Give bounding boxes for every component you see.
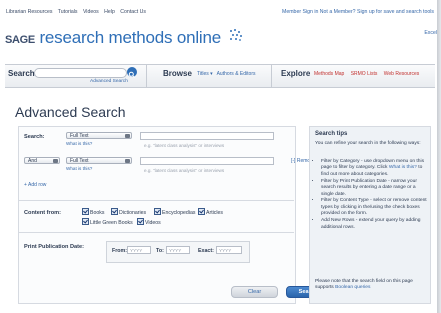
nav-divider — [271, 65, 272, 87]
checkbox-checked-icon — [154, 208, 161, 215]
explore-links: Methods Map SRMO Lists Web Resources — [314, 71, 424, 77]
site-name: research methods online — [39, 28, 221, 47]
tip-item: Filter by Category - use dropdown menu o… — [321, 159, 428, 178]
chevron-down-icon — [125, 134, 130, 138]
print-publication-date-label: Print Publication Date: — [24, 244, 84, 250]
titles-dropdown[interactable]: Titles ▾ — [197, 71, 213, 77]
videos-checkbox[interactable]: Videos — [137, 218, 161, 226]
encyclopedias-label: Encyclopedias — [162, 210, 196, 216]
page-title: Advanced Search — [15, 104, 126, 120]
dots-logo-icon — [230, 29, 243, 41]
nav-search-label: Search — [8, 69, 35, 78]
clear-button[interactable]: Clear — [231, 286, 278, 298]
articles-label: Articles — [206, 210, 224, 216]
nav-divider — [146, 65, 147, 87]
browse-links: Titles ▾ Authors & Editors — [197, 71, 255, 77]
chevron-down-icon — [125, 159, 130, 163]
chevron-down-icon — [53, 159, 58, 163]
tip-item: Filter by Content Type - select or remov… — [321, 198, 428, 217]
search-tips-intro: You can refine your search in the follow… — [315, 141, 421, 146]
search-tips-title: Search tips — [315, 131, 348, 137]
add-row-link[interactable]: + Add row — [24, 182, 46, 188]
field-select-1[interactable]: Full Text — [66, 132, 132, 139]
top-utility-bar: Librarian Resources Tutorials Videos Hel… — [6, 9, 437, 19]
little-green-books-checkbox[interactable]: Little Green Books — [82, 218, 133, 226]
tip-text: Add New Rows - extend your query by addi… — [321, 218, 421, 230]
exact-label: Exact: — [198, 248, 214, 254]
librarian-resources-link[interactable]: Librarian Resources — [6, 9, 52, 15]
exact-year-input[interactable]: YYYY — [216, 246, 242, 254]
tip-text: Filter by Content Type - select or remov… — [321, 198, 427, 217]
site-logo[interactable]: SAGE research methods online — [5, 28, 243, 48]
window-shadow — [437, 0, 441, 313]
sage-logo-text: SAGE — [5, 34, 35, 46]
advanced-search-link[interactable]: Advanced Search — [90, 79, 128, 84]
search-tips-note: Please note that the search field on thi… — [315, 279, 427, 292]
checkbox-checked-icon — [111, 208, 118, 215]
tip-item: Add New Rows - extend your query by addi… — [321, 218, 428, 231]
search-term-input-2[interactable] — [140, 157, 274, 165]
main-nav-bar: Search Advanced Search Browse Titles ▾ A… — [5, 64, 435, 88]
tip-text: Filter by Print Publication Date - narro… — [321, 178, 417, 197]
field-select-2[interactable]: Full Text — [66, 157, 132, 164]
books-label: Books — [90, 210, 105, 216]
boolean-queries-link[interactable]: Boolean queries — [335, 285, 370, 290]
books-checkbox[interactable]: Books — [82, 208, 104, 216]
browse-label: Browse — [163, 69, 192, 78]
help-link[interactable]: Help — [104, 9, 115, 15]
authors-editors-link[interactable]: Authors & Editors — [217, 71, 256, 77]
articles-checkbox[interactable]: Articles — [198, 208, 223, 216]
operator-select-value: And — [28, 158, 37, 164]
videos-label: Videos — [145, 220, 161, 226]
field-select-1-value: Full Text — [70, 133, 89, 139]
search-icon — [128, 71, 135, 78]
checkbox-checked-icon — [198, 208, 205, 215]
search-go-button[interactable] — [127, 67, 137, 78]
search-hint-2: e.g. "latent class analysis" or intervie… — [144, 168, 225, 173]
search-tips-list: Filter by Category - use dropdown menu o… — [315, 159, 428, 231]
checkbox-checked-icon — [137, 218, 144, 225]
web-resources-link[interactable]: Web Resources — [384, 71, 419, 77]
to-label: To: — [156, 248, 164, 254]
contact-us-link[interactable]: Contact Us — [120, 9, 146, 15]
to-year-input[interactable]: YYYY — [166, 246, 190, 254]
what-is-this-link-tip[interactable]: What is this? — [389, 165, 417, 170]
little-green-books-label: Little Green Books — [90, 220, 133, 226]
explore-label: Explore — [281, 69, 311, 78]
encyclopedias-checkbox[interactable]: Encyclopedias — [154, 208, 195, 216]
content-from-label: Content from: — [24, 210, 61, 216]
utility-links: Librarian Resources Tutorials Videos Hel… — [6, 9, 150, 15]
search-term-input-1[interactable] — [140, 132, 274, 140]
dictionaries-checkbox[interactable]: Dictionaries — [111, 208, 146, 216]
what-is-this-link-2[interactable]: What is this? — [66, 166, 92, 171]
from-year-input[interactable]: YYYY — [127, 246, 151, 254]
operator-select[interactable]: And — [24, 157, 60, 164]
tutorials-link[interactable]: Tutorials — [58, 9, 78, 15]
search-label: Search: — [24, 134, 45, 140]
videos-link[interactable]: Videos — [83, 9, 99, 15]
what-is-this-link-1[interactable]: What is this? — [66, 141, 92, 146]
search-tips-panel: Search tips You can refine your search i… — [309, 126, 431, 304]
quick-search-input[interactable] — [34, 68, 127, 78]
divider — [18, 200, 294, 201]
checkbox-checked-icon — [82, 218, 89, 225]
search-hint-1: e.g. "latent class analysis" or intervie… — [144, 143, 225, 148]
from-label: From: — [112, 248, 128, 254]
dictionaries-label: Dictionaries — [119, 210, 147, 216]
field-select-2-value: Full Text — [70, 158, 89, 164]
member-signin-link[interactable]: Member Sign in Not a Member? Sign up for… — [282, 9, 434, 15]
tip-item: Filter by Print Publication Date - narro… — [321, 179, 428, 198]
methods-map-link[interactable]: Methods Map — [314, 71, 344, 77]
checkbox-checked-icon — [82, 208, 89, 215]
divider — [18, 232, 294, 233]
account-link[interactable]: Excel — [424, 30, 437, 36]
srmo-lists-link[interactable]: SRMO Lists — [351, 71, 378, 77]
